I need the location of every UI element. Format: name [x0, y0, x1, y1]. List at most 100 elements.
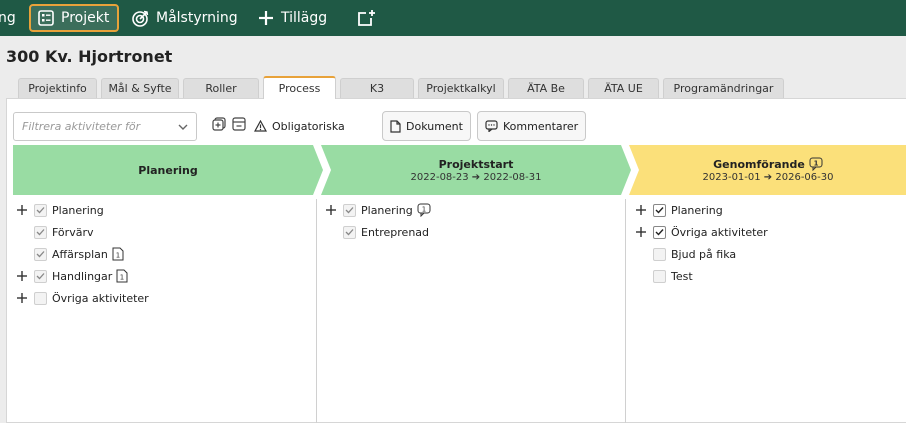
comment-icon	[485, 120, 498, 132]
nav-item-truncated-label: ng	[0, 10, 16, 26]
process-toolbar: Filtrera aktiviteter för Obligatoriska D…	[7, 99, 906, 143]
checkmark-icon	[36, 229, 45, 236]
activity-row[interactable]: Planering	[653, 200, 723, 220]
activity-checkbox[interactable]	[34, 203, 47, 217]
activity-label: Bjud på fika	[671, 247, 737, 261]
target-icon	[132, 10, 149, 27]
comment-count-icon: 1	[809, 157, 823, 171]
activity-label: Affärsplan	[52, 247, 108, 261]
document-count: 1	[116, 252, 120, 260]
nav-item-new-tab[interactable]	[356, 0, 382, 36]
phase-title-text: Genomförande	[713, 157, 805, 171]
expand-plus-icon[interactable]	[635, 226, 647, 238]
new-tab-icon	[358, 10, 375, 26]
phase-header-genomforande[interactable]: Genomförande 1 2023-01-01 ➔ 2026-06-30	[629, 145, 906, 195]
mandatory-filter-button[interactable]: Obligatoriska	[247, 111, 352, 141]
activity-label: Entreprenad	[361, 225, 430, 239]
checkmark-icon	[36, 251, 45, 258]
nav-item-tillagg-label: Tillägg	[281, 10, 328, 26]
activity-checkbox[interactable]	[34, 269, 47, 283]
nav-item-malstyrning[interactable]: Målstyrning	[131, 0, 238, 36]
activity-row[interactable]: Test	[653, 266, 693, 286]
collapse-all-icon[interactable]	[232, 117, 246, 131]
comment-count: 1	[421, 205, 425, 213]
comments-filter-button[interactable]: Kommentarer	[477, 111, 587, 141]
activity-checkbox[interactable]	[343, 225, 356, 239]
activity-label: Förvärv	[52, 225, 94, 239]
document-count-icon: 1	[116, 269, 128, 283]
activity-row[interactable]: Förvärv	[34, 222, 93, 242]
phase-title: Projektstart	[438, 157, 514, 171]
activity-checkbox[interactable]	[653, 203, 666, 217]
activity-checkbox[interactable]	[653, 247, 666, 261]
expand-plus-icon[interactable]	[16, 204, 28, 216]
phase-header-projektstart[interactable]: Projektstart 2022-08-23 ➔ 2022-08-31	[321, 145, 631, 195]
activity-checkbox[interactable]	[34, 225, 47, 239]
activity-row[interactable]: Övriga aktiviteter	[34, 288, 149, 308]
phase-title: Genomförande 1	[713, 157, 823, 171]
activity-checkbox[interactable]	[653, 225, 666, 239]
document-badge[interactable]: 1	[116, 269, 128, 283]
expand-all-icon[interactable]	[212, 117, 226, 131]
comment-badge[interactable]: 1	[417, 203, 431, 217]
nav-item-truncated[interactable]: ng	[0, 0, 16, 36]
activity-checkbox[interactable]	[653, 269, 666, 283]
nav-item-projekt[interactable]: Projekt	[29, 4, 120, 32]
activity-label: Planering	[671, 203, 723, 217]
phase-title: Planering	[138, 163, 198, 177]
tab-programandringar[interactable]: Programändringar	[663, 78, 784, 98]
tab-ata-be[interactable]: ÄTA Be	[508, 78, 584, 98]
activity-row[interactable]: Affärsplan 1	[34, 244, 124, 264]
activity-checkbox[interactable]	[34, 291, 47, 305]
document-filter-label: Dokument	[406, 119, 463, 133]
checkmark-icon	[345, 229, 354, 236]
tab-projektinfo[interactable]: Projektinfo	[18, 78, 97, 98]
nav-item-tillagg[interactable]: Tillägg	[257, 0, 327, 36]
activity-row[interactable]: Planering 1	[343, 200, 431, 220]
chevron-down-icon	[178, 124, 188, 130]
expand-plus-icon[interactable]	[16, 292, 28, 304]
tab-roller[interactable]: Roller	[183, 78, 259, 98]
phase-dates: 2023-01-01 ➔ 2026-06-30	[702, 172, 834, 183]
activity-row[interactable]: Övriga aktiviteter	[653, 222, 768, 242]
checkmark-icon	[345, 207, 354, 214]
expand-plus-icon[interactable]	[16, 270, 28, 282]
activity-checkbox[interactable]	[343, 203, 356, 217]
warning-triangle-icon	[254, 120, 267, 132]
document-count-icon: 1	[112, 247, 124, 261]
activity-label: Planering	[361, 203, 413, 217]
column-divider	[625, 199, 626, 423]
page-title: 300 Kv. Hjortronet	[6, 47, 173, 66]
top-navigation-bar: ng Projekt Målstyrning Tillägg	[0, 0, 906, 36]
tab-process[interactable]: Process	[263, 76, 336, 99]
tab-k3[interactable]: K3	[340, 78, 414, 98]
activity-row[interactable]: Handlingar 1	[34, 266, 128, 286]
document-count: 1	[120, 274, 124, 282]
plus-icon	[259, 11, 273, 25]
tab-mal-syfte[interactable]: Mål & Syfte	[101, 78, 179, 98]
document-badge[interactable]: 1	[112, 247, 124, 261]
activity-label: Test	[671, 269, 693, 283]
activity-filter-select[interactable]: Filtrera aktiviteter för	[13, 112, 197, 141]
expand-plus-icon[interactable]	[325, 204, 337, 216]
activity-checkbox[interactable]	[34, 247, 47, 261]
comment-badge[interactable]: 1	[809, 157, 823, 171]
comment-count-icon: 1	[417, 203, 431, 217]
checkmark-icon	[655, 229, 664, 236]
comment-count: 1	[813, 159, 818, 167]
document-filter-button[interactable]: Dokument	[382, 111, 471, 141]
nav-item-malstyrning-label: Målstyrning	[156, 10, 238, 26]
process-panel: Filtrera aktiviteter för Obligatoriska D…	[6, 98, 906, 423]
expand-plus-icon[interactable]	[635, 204, 647, 216]
tab-ata-ue[interactable]: ÄTA UE	[588, 78, 659, 98]
activity-row[interactable]: Entreprenad	[343, 222, 429, 242]
checkmark-icon	[36, 273, 45, 280]
activity-row[interactable]: Planering	[34, 200, 104, 220]
activity-row[interactable]: Bjud på fika	[653, 244, 736, 264]
tab-projektkalkyl[interactable]: Projektkalkyl	[418, 78, 504, 98]
phase-header-planering[interactable]: Planering	[13, 145, 323, 195]
clipboard-list-icon	[38, 10, 54, 26]
mandatory-filter-label: Obligatoriska	[272, 119, 345, 133]
checkmark-icon	[36, 207, 45, 214]
phase-dates: 2022-08-23 ➔ 2022-08-31	[410, 171, 542, 183]
